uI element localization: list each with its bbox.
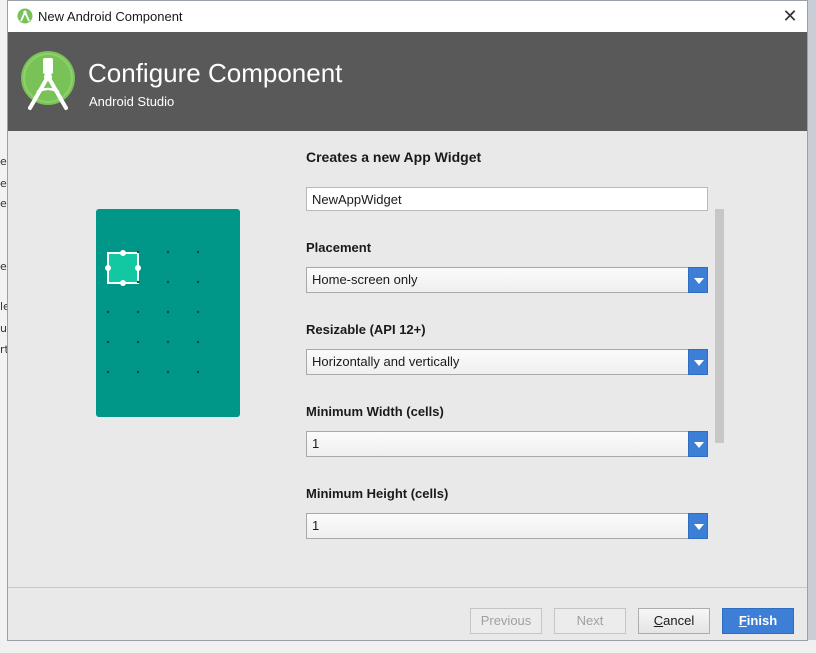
cancel-mnemonic: C: [653, 613, 664, 628]
ide-text-fragment: e: [0, 197, 7, 210]
placement-select[interactable]: Home-screen only: [306, 267, 708, 293]
previous-button[interactable]: Previous: [470, 608, 542, 634]
placement-value: Home-screen only: [312, 272, 418, 287]
resizable-select[interactable]: Horizontally and vertically: [306, 349, 708, 375]
finish-button[interactable]: Finish: [722, 608, 794, 634]
chevron-down-icon[interactable]: [688, 267, 708, 293]
header-title: Configure Component: [88, 58, 343, 88]
grid-dot: [166, 280, 170, 284]
min-width-label: Minimum Width (cells): [306, 404, 444, 419]
finish-mnemonic: F: [738, 613, 747, 628]
window-title: New Android Component: [38, 9, 183, 24]
grid-dot: [136, 310, 140, 314]
grid-dot: [136, 370, 140, 374]
min-height-value: 1: [312, 518, 320, 533]
widget-grid: [105, 250, 200, 374]
min-height-label: Minimum Height (cells): [306, 486, 449, 501]
grid-dot: [196, 280, 200, 284]
min-width-select[interactable]: 1: [306, 431, 708, 457]
resizable-value: Horizontally and vertically: [312, 354, 460, 369]
grid-dot: [196, 310, 200, 314]
grid-dot: [136, 250, 140, 254]
android-studio-logo: [20, 50, 78, 112]
next-button[interactable]: Next: [554, 608, 626, 634]
grid-dot: [166, 340, 170, 344]
chevron-down-icon[interactable]: [688, 513, 708, 539]
finish-label-rest: inish: [746, 613, 778, 628]
min-width-value: 1: [312, 436, 320, 451]
footer-divider: [8, 587, 807, 588]
ide-text-fragment: e: [0, 177, 7, 190]
placement-label: Placement: [306, 240, 372, 255]
chevron-down-icon[interactable]: [688, 431, 708, 457]
grid-dot: [106, 340, 110, 344]
grid-dot: [106, 310, 110, 314]
grid-dot: [166, 250, 170, 254]
header-banner: Configure Component Android Studio: [8, 32, 807, 131]
close-icon[interactable]: ✕: [779, 5, 801, 27]
cancel-label-rest: ancel: [663, 613, 695, 628]
min-height-select[interactable]: 1: [306, 513, 708, 539]
ide-background-bottom: [0, 640, 816, 653]
section-title: Creates a new App Widget: [306, 149, 482, 165]
grid-dot: [136, 280, 140, 284]
form-scrollbar[interactable]: [715, 209, 724, 443]
title-bar: New Android Component ✕: [8, 1, 807, 33]
new-android-component-dialog: New Android Component ✕ Configure Compon…: [7, 0, 808, 641]
chevron-down-icon[interactable]: [688, 349, 708, 375]
grid-dot: [106, 370, 110, 374]
ide-text-fragment: e: [0, 155, 7, 168]
grid-dot: [166, 310, 170, 314]
grid-dot: [166, 370, 170, 374]
cancel-button[interactable]: Cancel: [638, 608, 710, 634]
grid-dot: [136, 340, 140, 344]
resizable-label: Resizable (API 12+): [306, 322, 426, 337]
grid-dot: [196, 370, 200, 374]
grid-dot: [196, 340, 200, 344]
android-studio-icon: [17, 8, 33, 24]
grid-dot: [196, 250, 200, 254]
header-subtitle: Android Studio: [89, 94, 175, 109]
widget-name-input[interactable]: [306, 187, 708, 211]
app-widget-illustration: [96, 209, 240, 417]
